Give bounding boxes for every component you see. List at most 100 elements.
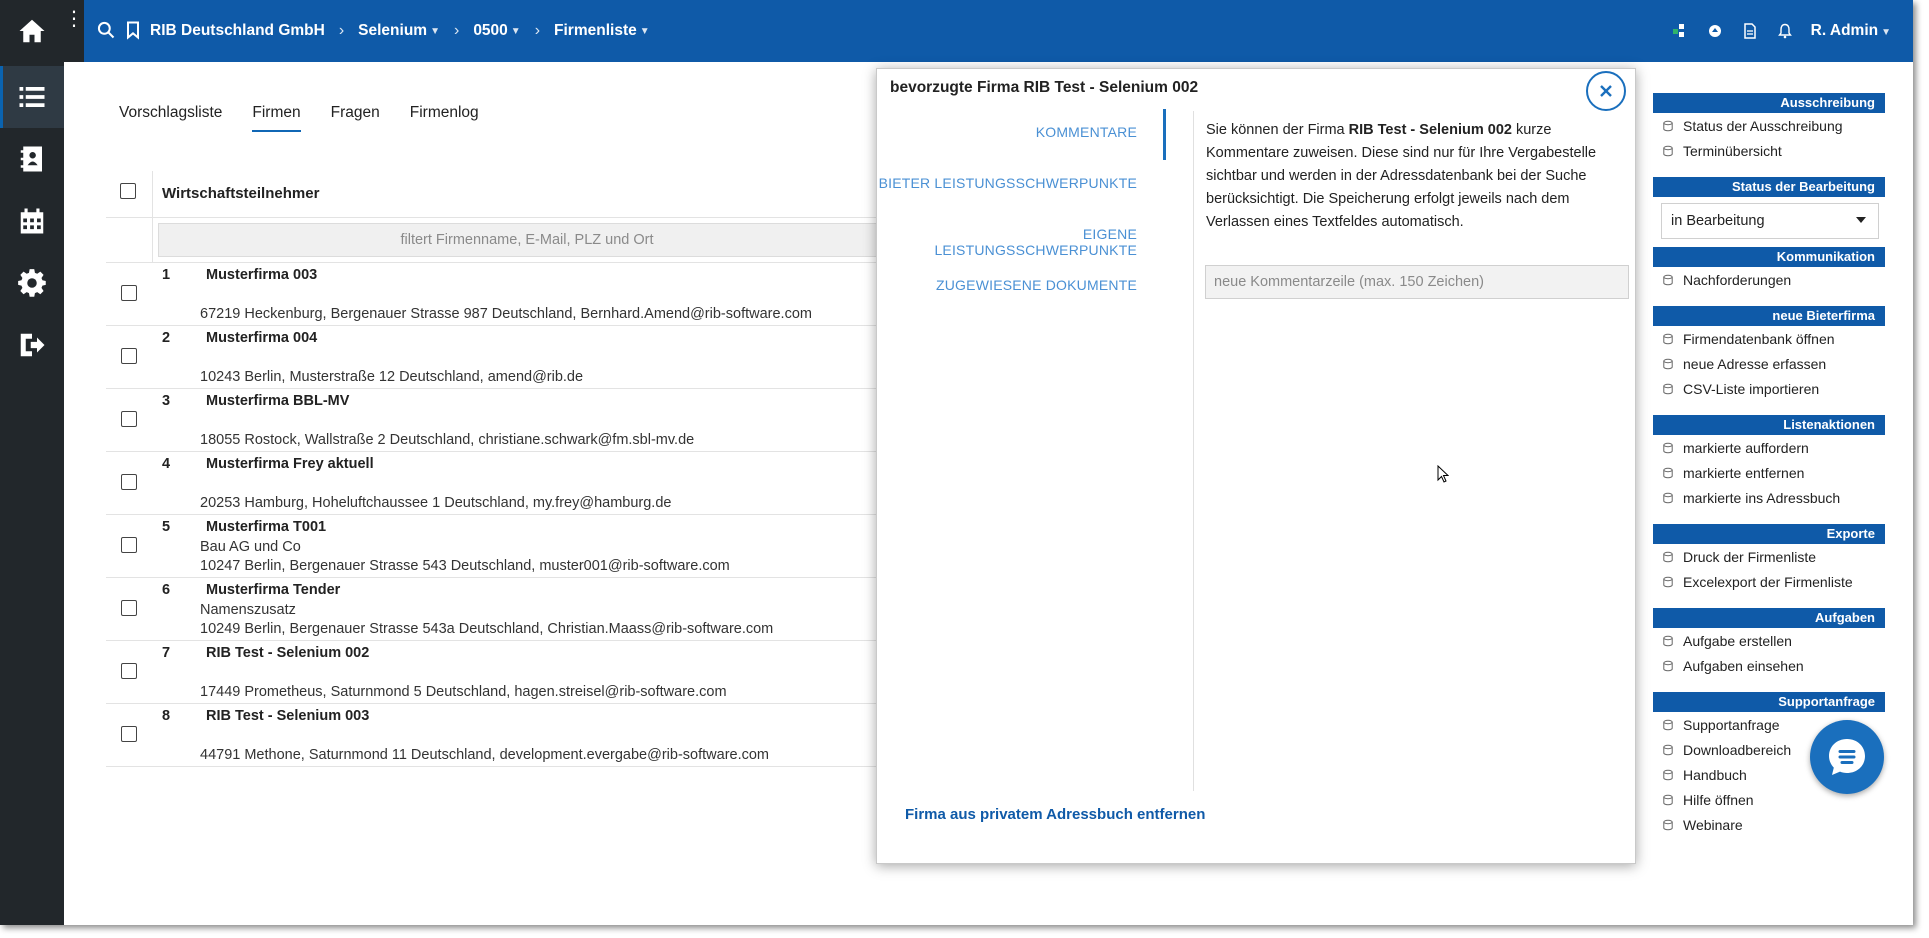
plugin-button[interactable] [1706, 22, 1724, 40]
company-name[interactable]: Musterfirma Frey aktuell [206, 456, 374, 472]
menu-kebab-button[interactable]: ⋮ [64, 0, 84, 62]
column-header-wirtschaftsteilnehmer[interactable]: Wirtschaftsteilnehmer [162, 185, 319, 202]
company-filter-input[interactable]: filtert Firmenname, E-Mail, PLZ und Ort [158, 223, 896, 257]
info-text-part: Sie können der Firma [1206, 122, 1349, 138]
dialog-tab-bieter-schwerpunkte[interactable]: BIETER LEISTUNGSSCHWERPUNKTE [877, 160, 1165, 211]
row-checkbox[interactable] [121, 726, 137, 742]
comment-input[interactable] [1205, 265, 1629, 299]
row-checkbox[interactable] [121, 474, 137, 490]
action-label: Hilfe öffnen [1683, 791, 1754, 808]
action-markierte-adressbuch[interactable]: markierte ins Adressbuch [1653, 485, 1885, 510]
table-row[interactable]: 3 Musterfirma BBL-MV 18055 Rostock, Wall… [106, 389, 896, 452]
search-button[interactable] [96, 20, 116, 40]
company-name[interactable]: Musterfirma 003 [206, 267, 317, 283]
action-webinare[interactable]: Webinare [1653, 812, 1885, 837]
action-status-ausschreibung[interactable]: Status der Ausschreibung [1653, 113, 1885, 138]
preferred-company-dialog: bevorzugte Firma RIB Test - Selenium 002… [876, 68, 1636, 864]
breadcrumb-procedure[interactable]: 0500 ▼ [473, 22, 520, 40]
row-checkbox[interactable] [121, 663, 137, 679]
action-csv-import[interactable]: CSV-Liste importieren [1653, 376, 1885, 401]
action-nachforderungen[interactable]: Nachforderungen [1653, 267, 1885, 292]
row-checkbox[interactable] [121, 600, 137, 616]
db-icon [1661, 357, 1675, 371]
notifications-button[interactable] [1776, 22, 1794, 40]
dialog-tab-kommentare[interactable]: KOMMENTARE [877, 109, 1166, 160]
chevron-down-icon: ▼ [1881, 27, 1891, 38]
section-header-listenaktionen: Listenaktionen [1653, 415, 1885, 435]
company-address: 10249 Berlin, Bergenauer Strasse 543a De… [200, 621, 774, 637]
action-aufgaben-einsehen[interactable]: Aufgaben einsehen [1653, 653, 1885, 678]
notes-button[interactable] [1741, 22, 1759, 40]
action-neue-adresse[interactable]: neue Adresse erfassen [1653, 351, 1885, 376]
tab-firmen[interactable]: Firmen [252, 100, 301, 132]
remove-from-addressbook-link[interactable]: Firma aus privatem Adressbuch entfernen [905, 806, 1205, 823]
action-label: Webinare [1683, 816, 1743, 833]
db-icon [1661, 768, 1675, 782]
company-name[interactable]: Musterfirma T001 [206, 519, 326, 535]
search-icon [97, 21, 115, 39]
table-row[interactable]: 8 RIB Test - Selenium 003 44791 Methone,… [106, 704, 896, 767]
breadcrumb-page[interactable]: Firmenliste ▼ [554, 22, 650, 40]
close-button[interactable] [1586, 71, 1626, 111]
table-row[interactable]: 4 Musterfirma Frey aktuell 20253 Hamburg… [106, 452, 896, 515]
apps-button[interactable] [1671, 22, 1689, 40]
db-icon [1661, 332, 1675, 346]
breadcrumb-company[interactable]: RIB Deutschland GmbH [150, 22, 325, 40]
status-select[interactable]: in Bearbeitung [1661, 203, 1879, 239]
gear-icon [18, 269, 46, 297]
tab-firmenlog[interactable]: Firmenlog [410, 100, 479, 132]
chat-button[interactable] [1810, 720, 1884, 794]
tab-fragen[interactable]: Fragen [331, 100, 380, 132]
action-firmendatenbank[interactable]: Firmendatenbank öffnen [1653, 326, 1885, 351]
table-row[interactable]: 2 Musterfirma 004 10243 Berlin, Musterst… [106, 326, 896, 389]
action-excelexport[interactable]: Excelexport der Firmenliste [1653, 569, 1885, 594]
calendar-nav-button[interactable] [0, 190, 64, 252]
company-address: 44791 Methone, Saturnmond 11 Deutschland… [200, 747, 770, 763]
row-checkbox[interactable] [121, 285, 137, 301]
row-number: 1 [162, 267, 171, 283]
row-checkbox[interactable] [121, 411, 137, 427]
action-druck-firmenliste[interactable]: Druck der Firmenliste [1653, 544, 1885, 569]
close-icon [1600, 85, 1612, 97]
bookmark-button[interactable] [123, 20, 143, 40]
table-row[interactable]: 1 Musterfirma 003 67219 Heckenburg, Berg… [106, 263, 896, 326]
table-row[interactable]: 7 RIB Test - Selenium 002 17449 Promethe… [106, 641, 896, 704]
list-nav-button[interactable] [0, 66, 64, 128]
company-name[interactable]: Musterfirma BBL-MV [206, 393, 349, 409]
db-icon [1661, 793, 1675, 807]
action-label: Aufgabe erstellen [1683, 632, 1792, 649]
tab-vorschlagsliste[interactable]: Vorschlagsliste [119, 100, 222, 132]
address-book-nav-button[interactable] [0, 128, 64, 190]
status-select-value: in Bearbeitung [1671, 213, 1765, 229]
action-markierte-auffordern[interactable]: markierte auffordern [1653, 435, 1885, 460]
row-checkbox[interactable] [121, 348, 137, 364]
company-address: 67219 Heckenburg, Bergenauer Strasse 987… [200, 306, 812, 322]
left-rail [0, 0, 64, 925]
table-row[interactable]: 5 Musterfirma T001 Bau AG und Co 10247 B… [106, 515, 896, 578]
content-tabs: Vorschlagsliste Firmen Fragen Firmenlog [119, 100, 509, 132]
db-icon [1661, 634, 1675, 648]
company-name[interactable]: RIB Test - Selenium 002 [206, 645, 369, 661]
settings-nav-button[interactable] [0, 252, 64, 314]
logout-nav-button[interactable] [0, 314, 64, 376]
company-address: 18055 Rostock, Wallstraße 2 Deutschland,… [200, 432, 695, 448]
row-checkbox[interactable] [121, 537, 137, 553]
select-all-checkbox[interactable] [120, 183, 136, 199]
dialog-tab-dokumente[interactable]: ZUGEWIESENE DOKUMENTE [877, 262, 1165, 313]
company-name[interactable]: RIB Test - Selenium 003 [206, 708, 369, 724]
action-label: Druck der Firmenliste [1683, 548, 1817, 565]
db-icon [1661, 659, 1675, 673]
action-terminuebersicht[interactable]: Terminübersicht [1653, 138, 1885, 163]
company-name[interactable]: Musterfirma Tender [206, 582, 340, 598]
dialog-tab-eigene-schwerpunkte[interactable]: EIGENE LEISTUNGSSCHWERPUNKTE [877, 211, 1165, 262]
breadcrumb-project[interactable]: Selenium ▼ [358, 22, 440, 40]
home-nav-button[interactable] [0, 0, 64, 62]
action-markierte-entfernen[interactable]: markierte entfernen [1653, 460, 1885, 485]
company-name[interactable]: Musterfirma 004 [206, 330, 317, 346]
table-row[interactable]: 6 Musterfirma Tender Namenszusatz 10249 … [106, 578, 896, 641]
action-aufgabe-erstellen[interactable]: Aufgabe erstellen [1653, 628, 1885, 653]
bookmark-icon [127, 21, 139, 40]
user-menu[interactable]: R. Admin ▼ [1811, 22, 1891, 40]
